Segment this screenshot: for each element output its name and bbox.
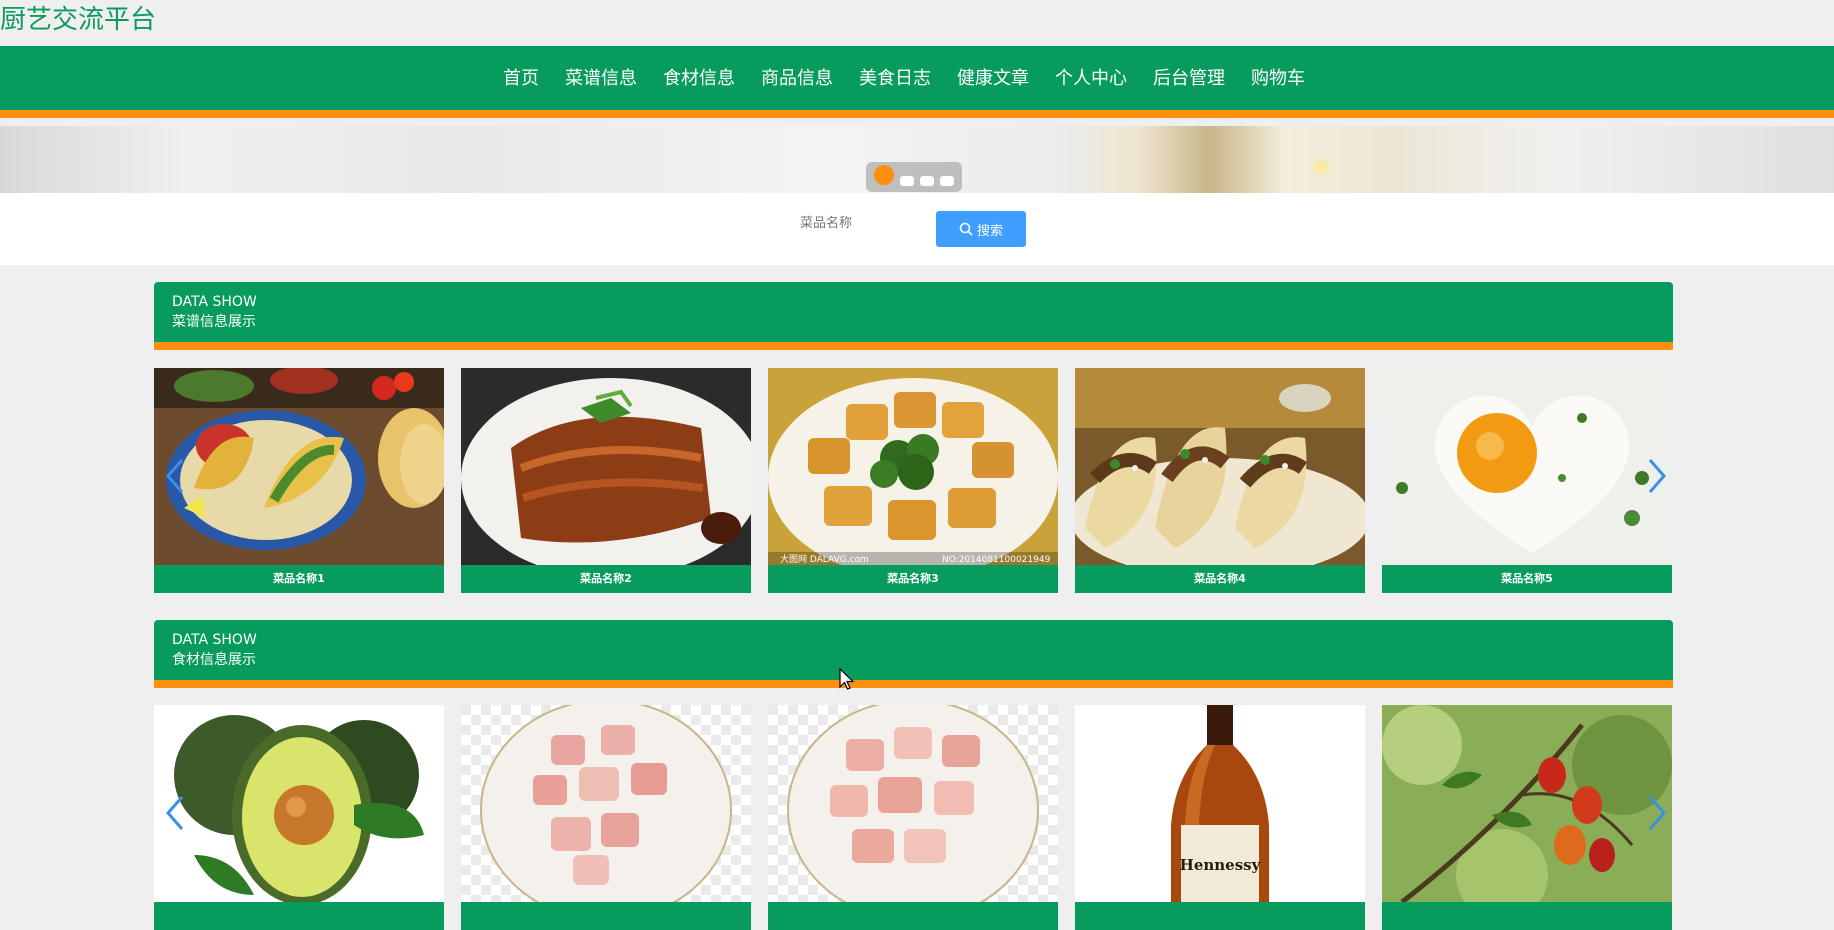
ingredient-card-label	[1075, 902, 1365, 930]
recipe-image-street-tacos[interactable]	[1075, 368, 1365, 565]
recipe-card-label: 菜品名称4	[1075, 565, 1365, 593]
mouse-cursor-icon	[839, 668, 855, 690]
ingredient-card[interactable]	[461, 705, 751, 930]
recipe-card-label: 菜品名称5	[1382, 565, 1672, 593]
banner-light	[1310, 156, 1332, 178]
search-button[interactable]: 搜索	[936, 211, 1026, 247]
carousel-dot-1[interactable]	[874, 165, 894, 185]
dish-name-search-input[interactable]	[800, 209, 930, 237]
recipe-card-label: 菜品名称3	[768, 565, 1058, 593]
nav-item-products[interactable]: 商品信息	[748, 66, 846, 92]
recipe-card[interactable]: 大图网 DALAVG.com NO:20140811000219​49 菜品名称…	[768, 368, 1058, 593]
chevron-left-icon[interactable]	[160, 793, 190, 833]
nav-item-admin[interactable]: 后台管理	[1140, 66, 1238, 92]
ingredient-card-label	[154, 902, 444, 930]
chevron-right-icon[interactable]	[1642, 793, 1672, 833]
nav-item-recipes[interactable]: 菜谱信息	[552, 66, 650, 92]
site-title: 厨艺交流平台	[0, 5, 157, 35]
ingredient-image-avocado[interactable]	[154, 705, 444, 902]
recipe-card[interactable]: 菜品名称4	[1075, 368, 1365, 593]
chevron-right-icon[interactable]	[1642, 456, 1672, 496]
recipe-image-tacos-platter[interactable]	[154, 368, 444, 565]
carousel-dot-3[interactable]	[920, 176, 934, 186]
recipe-card[interactable]: 菜品名称2	[461, 368, 751, 593]
recipe-card[interactable]: 菜品名称5	[1382, 368, 1672, 593]
ingredient-image-jujube-branch[interactable]	[1382, 705, 1672, 902]
ingredient-card[interactable]	[768, 705, 1058, 930]
bottle-label-text: Hennessy	[1180, 856, 1262, 874]
ingredient-section-header: DATA SHOW 食材信息展示	[154, 620, 1673, 688]
section-en-title: DATA SHOW	[172, 632, 257, 648]
banner-carousel[interactable]	[0, 126, 1834, 193]
image-watermark-right: NO:20140811000219​49	[942, 555, 1051, 565]
carousel-indicators	[866, 162, 962, 192]
ingredient-card[interactable]: Hennessy	[1075, 705, 1365, 930]
search-button-label: 搜索	[976, 223, 1003, 239]
section-cn-title: 食材信息展示	[172, 652, 256, 668]
recipe-image-heart-egg[interactable]	[1382, 368, 1672, 565]
nav-item-cart[interactable]: 购物车	[1238, 66, 1318, 92]
ingredient-image-raw-chicken[interactable]	[461, 705, 751, 902]
recipe-card-label: 菜品名称2	[461, 565, 751, 593]
section-cn-title: 菜谱信息展示	[172, 314, 256, 330]
ingredient-card-label	[1382, 902, 1672, 930]
recipe-card[interactable]: 菜品名称1	[154, 368, 444, 593]
ingredient-image-raw-fish[interactable]	[768, 705, 1058, 902]
nav-item-health-articles[interactable]: 健康文章	[944, 66, 1042, 92]
recipe-card-label: 菜品名称1	[154, 565, 444, 593]
nav-item-ingredients[interactable]: 食材信息	[650, 66, 748, 92]
nav-item-personal-center[interactable]: 个人中心	[1042, 66, 1140, 92]
ingredient-image-cognac-bottle[interactable]: Hennessy	[1075, 705, 1365, 902]
nav-item-home[interactable]: 首页	[490, 66, 552, 92]
ingredient-card-label	[461, 902, 751, 930]
carousel-dot-2[interactable]	[900, 176, 914, 186]
ingredient-card[interactable]	[154, 705, 444, 930]
nav-item-food-diary[interactable]: 美食日志	[846, 66, 944, 92]
chevron-left-icon[interactable]	[160, 456, 190, 496]
recipe-image-tofu-broccoli[interactable]: 大图网 DALAVG.com NO:20140811000219​49	[768, 368, 1058, 565]
recipe-section-header: DATA SHOW 菜谱信息展示	[154, 282, 1673, 350]
carousel-dot-4[interactable]	[940, 176, 954, 186]
recipe-image-braised-pork[interactable]	[461, 368, 751, 565]
ingredient-card[interactable]	[1382, 705, 1672, 930]
main-nav: 首页 菜谱信息 食材信息 商品信息 美食日志 健康文章 个人中心 后台管理 购物…	[0, 46, 1834, 118]
search-bar: 搜索	[0, 193, 1834, 265]
search-icon	[959, 222, 973, 236]
section-en-title: DATA SHOW	[172, 294, 257, 310]
ingredient-card-label	[768, 902, 1058, 930]
image-watermark-left: 大图网 DALAVG.com	[780, 553, 869, 565]
